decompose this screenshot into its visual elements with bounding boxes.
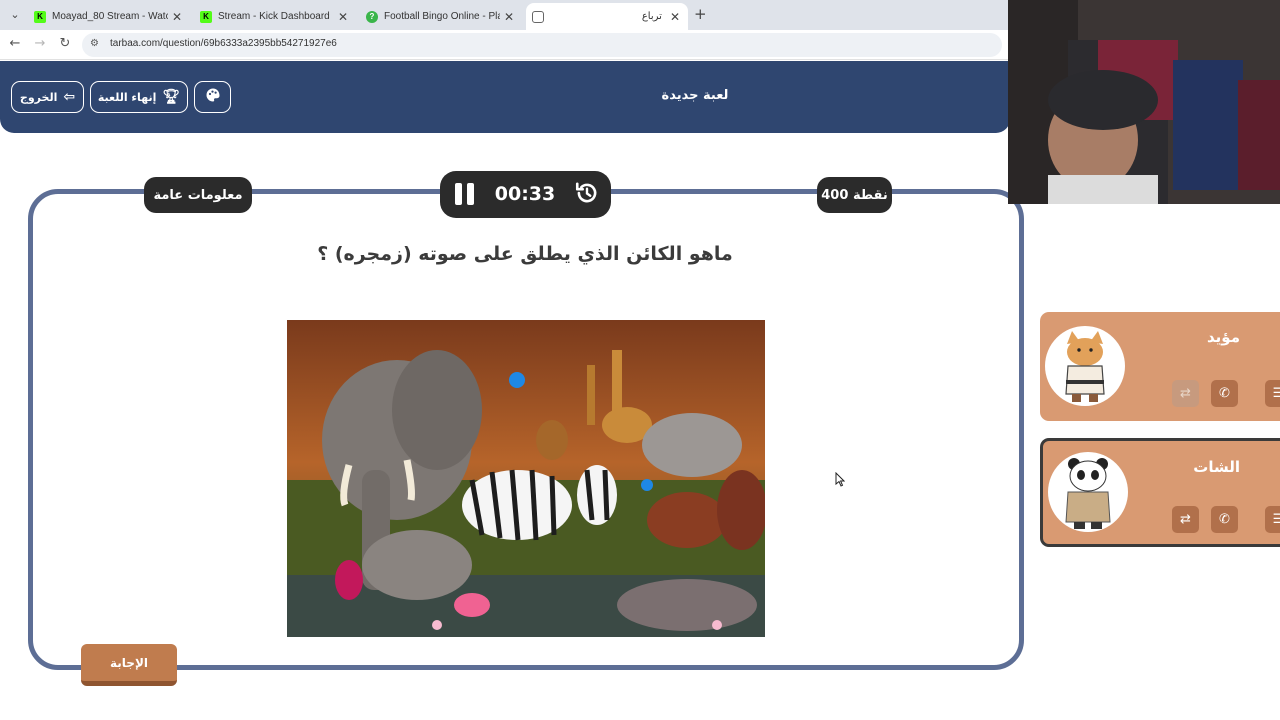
team-name: الشات xyxy=(1193,458,1240,476)
end-game-button[interactable]: إنهاء اللعبة 🏆︎ xyxy=(90,81,188,113)
panda-icon xyxy=(1048,452,1128,532)
tab-football-bingo[interactable]: ? Football Bingo Online - Play No ✕ xyxy=(360,3,522,30)
cat-icon xyxy=(1045,326,1125,406)
mouse-cursor-icon xyxy=(835,471,846,491)
list-icon[interactable]: ☰ xyxy=(1265,380,1280,407)
webcam-overlay xyxy=(1008,0,1280,204)
swap-icon[interactable]: ⇄ xyxy=(1172,506,1199,533)
end-game-label: إنهاء اللعبة xyxy=(97,90,157,104)
exit-label: الخروج xyxy=(19,90,58,104)
theme-button[interactable] xyxy=(194,81,231,113)
swap-icon[interactable]: ⇄ xyxy=(1172,380,1199,407)
team-panel-2: الشات ☰ ✆ ⇄ xyxy=(1040,438,1280,547)
restart-timer-icon[interactable] xyxy=(574,180,600,212)
app-header: الخروج ⇦ إنهاء اللعبة 🏆︎ لعبة جديدة xyxy=(0,61,1010,133)
team-panel-1: مؤيد ☰ ✆ ⇄ xyxy=(1040,312,1280,421)
tab-title: Moayad_80 Stream - Watch Live xyxy=(52,11,168,22)
new-tab-icon[interactable]: + xyxy=(694,5,707,23)
back-icon[interactable]: ← xyxy=(6,36,24,51)
site-settings-icon[interactable]: ⚙ xyxy=(90,38,99,49)
answer-button[interactable]: الإجابة xyxy=(81,644,177,686)
timer: 00:33 xyxy=(440,171,611,218)
kick-icon: K xyxy=(34,10,46,23)
phone-icon[interactable]: ✆ xyxy=(1211,506,1238,533)
tab-kick-dashboard[interactable]: K Stream - Kick Dashboard ✕ xyxy=(194,3,356,30)
exit-button[interactable]: الخروج ⇦ xyxy=(11,81,84,113)
close-icon[interactable]: ✕ xyxy=(670,10,680,24)
tab-moayad-stream[interactable]: K Moayad_80 Stream - Watch Live ✕ xyxy=(28,3,190,30)
tab-title: Football Bingo Online - Play No xyxy=(384,11,500,22)
help-circle-icon: ? xyxy=(366,10,378,23)
reload-icon[interactable]: ↻ xyxy=(56,36,74,51)
trophy-icon: 🏆︎ xyxy=(162,89,181,105)
close-icon[interactable]: ✕ xyxy=(338,10,348,24)
address-bar: ← → ↻ ⚙ tarbaa.com/question/69b6333a2395… xyxy=(0,30,1010,60)
list-icon[interactable]: ☰ xyxy=(1265,506,1280,533)
tarbaa-logo-icon xyxy=(532,10,544,23)
exit-icon: ⇦ xyxy=(63,89,76,105)
tab-title: ترباع xyxy=(641,11,662,22)
url-field[interactable]: ⚙ tarbaa.com/question/69b6333a2395bb5427… xyxy=(82,33,1002,57)
close-icon[interactable]: ✕ xyxy=(172,10,182,24)
browser-tab-strip: ⌄ K Moayad_80 Stream - Watch Live ✕ K St… xyxy=(0,0,1010,30)
question-image xyxy=(287,320,765,637)
palette-icon xyxy=(205,87,221,107)
tab-tarbaa[interactable]: ترباع ✕ xyxy=(526,3,688,30)
tab-title: Stream - Kick Dashboard xyxy=(218,11,330,22)
phone-icon[interactable]: ✆ xyxy=(1211,380,1238,407)
category-badge: معلومات عامة xyxy=(144,177,252,213)
tab-search-icon[interactable]: ⌄ xyxy=(6,6,24,24)
kick-icon: K xyxy=(200,10,212,23)
forward-icon[interactable]: → xyxy=(31,36,49,51)
question-text: ماهو الكائن الذي يطلق على صوته (زمجره) ؟ xyxy=(317,243,733,265)
pause-icon[interactable] xyxy=(452,183,476,207)
page-title: لعبة جديدة xyxy=(661,88,729,103)
url-text: tarbaa.com/question/69b6333a2395bb542719… xyxy=(110,38,337,49)
close-icon[interactable]: ✕ xyxy=(504,10,514,24)
points-badge: 400 نقطة xyxy=(817,177,892,213)
team-name: مؤيد xyxy=(1207,328,1240,346)
timer-value: 00:33 xyxy=(494,183,556,205)
